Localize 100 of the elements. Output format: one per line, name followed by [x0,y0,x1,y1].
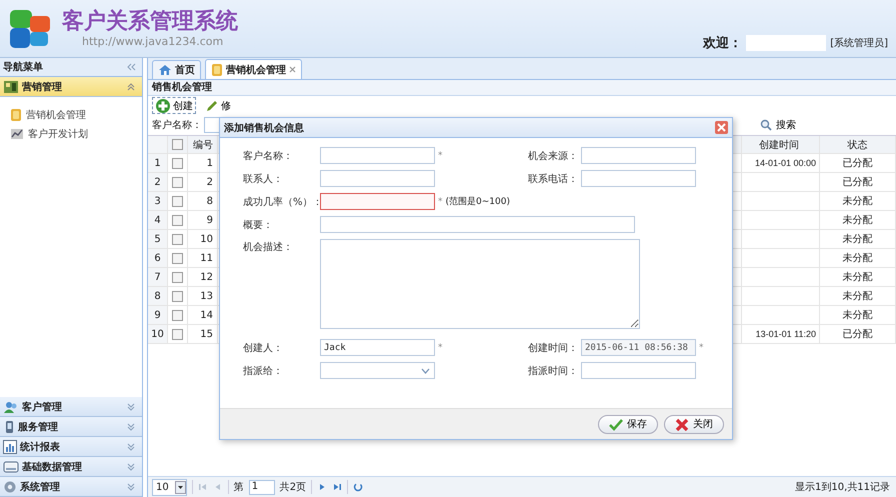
column-header[interactable]: 创建时间 [742,136,820,153]
table-cell: 13 [188,287,218,305]
expand-icon [126,421,136,432]
table-cell: 未分配 [820,211,896,229]
close-button[interactable]: 关闭 [664,414,724,434]
user-role: [系统管理员] [830,36,888,50]
row-checkbox[interactable] [172,176,183,188]
field-label: 创建人： [243,342,284,356]
board-icon [3,80,19,94]
close-button[interactable] [715,121,728,134]
gear-icon [3,480,17,494]
field-label: 指派时间： [528,364,579,378]
table-cell: 9 [188,211,218,229]
first-page-icon [198,482,208,492]
table-cell: 15 [188,325,218,343]
field-label: 联系人： [243,172,284,186]
row-number: 8 [148,287,168,305]
field-label: 客户名称： [243,150,294,164]
page-size-select[interactable]: 10 [152,478,187,496]
phone-icon [3,420,15,434]
required-mark: * [699,342,704,352]
refresh-icon [353,482,364,492]
row-checkbox[interactable] [172,214,183,226]
row-number: 7 [148,268,168,286]
collapse-icon [126,81,136,92]
table-cell: 11 [188,249,218,267]
accordion-header[interactable]: 统计报表 [0,437,142,457]
panel-title: 销售机会管理 [148,80,896,96]
table-cell: 未分配 [820,268,896,286]
input-field[interactable] [581,362,696,379]
expand-icon [126,441,136,452]
select-all-checkbox[interactable] [172,139,183,150]
field-label: 联系电话： [528,172,579,186]
drive-icon [3,460,19,474]
record-count: 显示1到10,共11记录 [795,480,890,494]
sidebar-title: 导航菜单 [3,60,43,74]
field-label: 指派给： [243,364,284,378]
input-field[interactable] [320,170,435,187]
jar-icon [10,108,22,122]
last-page-icon [332,482,342,492]
sidebar-item[interactable]: 客户开发计划 [10,124,142,143]
row-number: 2 [148,173,168,191]
input-field[interactable] [320,147,435,164]
sidebar-item[interactable]: 营销机会管理 [10,105,142,124]
accordion-header[interactable]: 服务管理 [0,417,142,437]
field-label: 机会描述： [243,240,294,255]
save-button[interactable]: 保存 [598,414,658,434]
row-number: 5 [148,230,168,248]
field-label: 概要： [243,218,274,232]
input-field[interactable] [581,147,696,164]
table-cell: 未分配 [820,249,896,267]
table-cell: 2 [188,173,218,191]
table-cell: 12 [188,268,218,286]
table-cell: 13-01-01 11:20 [742,325,820,343]
table-cell: 1 [188,154,218,172]
input-field[interactable]: Jack [320,339,435,356]
accordion-header[interactable]: 客户管理 [0,397,142,417]
required-mark: * [438,342,442,352]
row-checkbox[interactable] [172,252,183,264]
page-total: 共2页 [280,480,306,494]
toolbar-button[interactable]: 创建 [152,97,196,114]
field-label: 机会来源： [528,150,579,164]
row-number: 4 [148,211,168,229]
toolbar-button[interactable]: 修 [202,97,234,114]
accordion-header[interactable]: 基础数据管理 [0,457,142,477]
row-checkbox[interactable] [172,272,183,282]
field-label: 创建时间： [528,342,579,356]
row-checkbox[interactable] [172,196,183,206]
page-number-field[interactable]: 1 [248,480,275,494]
table-cell: 未分配 [820,192,896,210]
row-checkbox[interactable] [172,310,183,320]
column-header[interactable]: 状态 [820,136,896,153]
dropdown-icon [421,368,430,374]
row-checkbox[interactable] [172,290,183,302]
dropdown-field[interactable] [320,362,435,379]
input-field[interactable] [581,170,696,187]
accordion-header[interactable]: 系统管理 [0,477,142,497]
table-cell: 未分配 [820,287,896,305]
accordion-header[interactable]: 营销管理 [0,77,142,97]
tab[interactable]: 营销机会管理 [205,59,302,79]
collapse-sidebar-icon [126,62,136,72]
table-cell: 已分配 [820,154,896,172]
row-checkbox[interactable] [172,328,183,340]
dialog-title: 添加销售机会信息 [224,122,304,134]
row-checkbox[interactable] [172,234,183,244]
search-label: 客户名称： [152,118,202,132]
search-button[interactable]: 搜索 [754,117,802,133]
plus-icon [155,98,171,114]
row-checkbox[interactable] [172,158,183,168]
tab[interactable]: 首页 [152,60,201,79]
input-field[interactable]: 2015-06-11 08:56:38 [581,339,696,356]
input-field[interactable] [320,193,435,210]
column-header[interactable]: 编号 [188,136,218,153]
table-cell: 8 [188,192,218,210]
input-field[interactable] [320,216,635,233]
house-icon [158,64,172,76]
table-cell: 未分配 [820,230,896,248]
text-area[interactable] [320,239,640,329]
website-url: http://www.java1234.com [82,35,224,48]
dropdown-icon [174,480,186,494]
